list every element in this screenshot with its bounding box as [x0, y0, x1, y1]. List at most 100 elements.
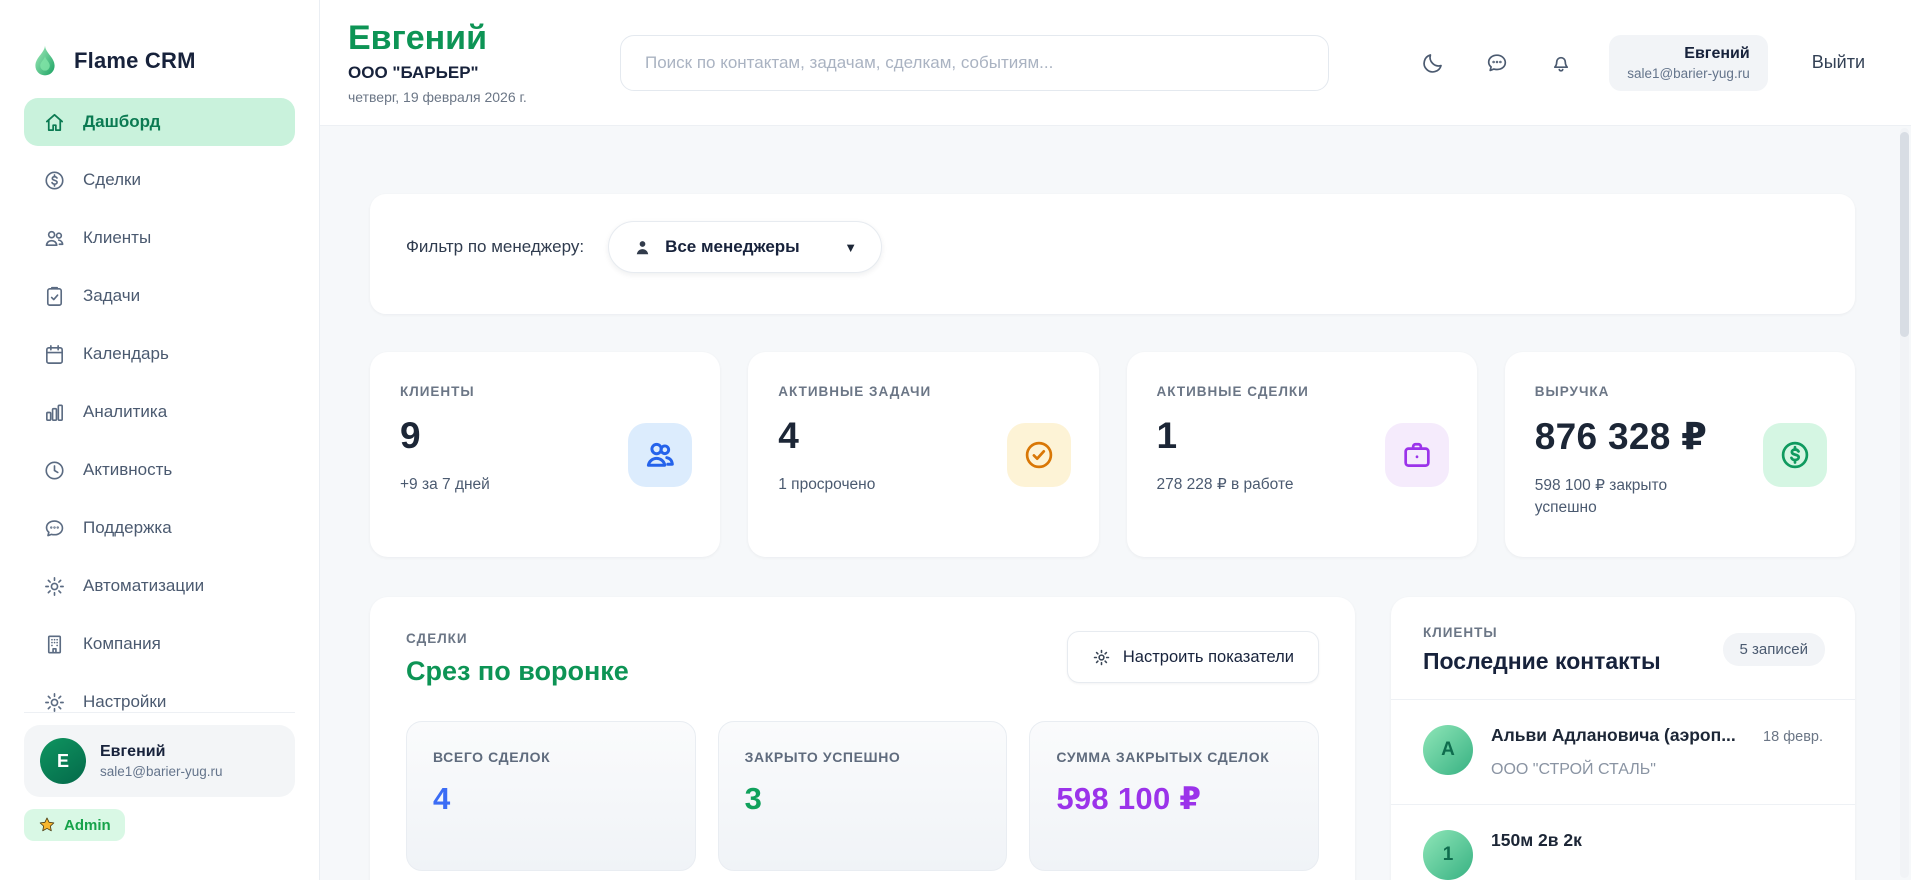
stat-label: КЛИЕНТЫ [400, 384, 475, 399]
metric-value: 3 [744, 781, 763, 816]
dollar-circle-icon [42, 169, 66, 192]
app-window: Flame CRM Дашборд Сделки Клиенты Задачи … [0, 0, 1911, 880]
sidebar-user-email: sale1@barier-yug.ru [100, 764, 223, 779]
funnel-card: СДЕЛКИ Срез по воронке Настроить показат… [370, 597, 1355, 880]
contact-list-item[interactable]: А Альви Адлановича (аэроп... 18 февр. ОО… [1391, 700, 1855, 805]
flame-logo-icon [30, 43, 60, 79]
sidebar-item-label: Настройки [83, 692, 167, 711]
greeting-date: четверг, 19 февраля 2026 г. [348, 88, 527, 105]
building-icon [42, 633, 66, 656]
contact-company: ООО "СТРОЙ СТАЛЬ" [1491, 761, 1656, 778]
sidebar-user-card[interactable]: E Евгений sale1@barier-yug.ru [24, 725, 295, 797]
manager-filter-card: Фильтр по менеджеру: Все менеджеры ▼ [370, 194, 1855, 314]
stat-label: АКТИВНЫЕ СДЕЛКИ [1156, 384, 1309, 399]
manager-filter-label: Фильтр по менеджеру: [406, 237, 585, 256]
stat-card-revenue: ВЫРУЧКА 876 328 ₽ 598 100 ₽ закрыто успе… [1504, 352, 1855, 557]
sidebar-nav: Дашборд Сделки Клиенты Задачи Календарь … [24, 92, 295, 712]
sidebar-item-label: Клиенты [83, 228, 152, 247]
sidebar-item-analytics[interactable]: Аналитика [24, 388, 295, 436]
messages-icon[interactable] [1485, 51, 1509, 75]
stat-cards: КЛИЕНТЫ 9 +9 за 7 дней АКТИВНЫЕ ЗАДАЧИ 4… [370, 352, 1855, 557]
dark-mode-moon-icon[interactable] [1421, 51, 1445, 75]
topbar-user-chip[interactable]: Евгений sale1@barier-yug.ru [1609, 34, 1768, 91]
admin-badge-label: Admin [64, 816, 111, 834]
greeting-block: Евгений ООО "БАРЬЕР" четверг, 19 февраля… [348, 19, 620, 105]
sidebar-item-label: Задачи [83, 286, 141, 305]
sidebar-item-support[interactable]: Поддержка [24, 504, 295, 552]
stat-label: ВЫРУЧКА [1534, 384, 1610, 399]
sidebar-item-automations[interactable]: Автоматизации [24, 562, 295, 610]
clock-icon [42, 459, 66, 482]
scrollbar-thumb[interactable] [1900, 132, 1909, 337]
metric-label: ВСЕГО СДЕЛОК [433, 749, 551, 765]
sidebar-item-clients[interactable]: Клиенты [24, 214, 295, 262]
sidebar-item-company[interactable]: Компания [24, 620, 295, 668]
chat-icon [42, 517, 66, 540]
topbar: Евгений ООО "БАРЬЕР" четверг, 19 февраля… [320, 0, 1911, 126]
contact-date: 18 февр. [1763, 729, 1823, 745]
notifications-bell-icon[interactable] [1549, 51, 1573, 75]
app-title: Flame CRM [74, 48, 196, 73]
contact-name: 150м 2в 2к [1491, 830, 1582, 850]
sidebar-item-calendar[interactable]: Календарь [24, 330, 295, 378]
sidebar-item-deals[interactable]: Сделки [24, 156, 295, 204]
funnel-title: Срез по воронке [406, 656, 629, 686]
sidebar-item-label: Автоматизации [83, 576, 205, 595]
gear-icon [1092, 648, 1111, 667]
sidebar-item-label: Компания [83, 634, 161, 653]
topbar-user-name: Евгений [1684, 44, 1750, 62]
gear-icon [42, 691, 66, 713]
metric-value: 4 [433, 781, 451, 816]
sidebar-item-settings[interactable]: Настройки [24, 678, 295, 712]
sidebar-item-dashboard[interactable]: Дашборд [24, 98, 295, 146]
scrollbar[interactable] [1900, 128, 1909, 878]
contact-list-item[interactable]: 1 150м 2в 2к [1391, 805, 1855, 880]
sidebar-item-label: Аналитика [83, 402, 168, 421]
metric-closed-sum: СУММА ЗАКРЫТЫХ СДЕЛОК 598 100 ₽ [1029, 721, 1319, 871]
metric-value: 598 100 ₽ [1056, 781, 1202, 816]
star-icon [38, 816, 56, 834]
records-count-badge: 5 записей [1722, 633, 1825, 666]
configure-metrics-button[interactable]: Настроить показатели [1066, 631, 1319, 683]
metric-closed-won: ЗАКРЫТО УСПЕШНО 3 [717, 721, 1008, 871]
search-input[interactable] [620, 34, 1330, 91]
stat-card-clients: КЛИЕНТЫ 9 +9 за 7 дней [370, 352, 721, 557]
configure-metrics-label: Настроить показатели [1122, 647, 1294, 666]
metric-label: СУММА ЗАКРЫТЫХ СДЕЛОК [1056, 749, 1270, 765]
sidebar-user-name: Евгений [100, 743, 166, 760]
sidebar-item-activity[interactable]: Активность [24, 446, 295, 494]
sidebar-item-label: Активность [83, 460, 173, 479]
stat-card-active-deals: АКТИВНЫЕ СДЕЛКИ 1 278 228 ₽ в работе [1126, 352, 1477, 557]
sidebar-item-tasks[interactable]: Задачи [24, 272, 295, 320]
metric-label: ЗАКРЫТО УСПЕШНО [744, 749, 901, 765]
users-icon [628, 422, 693, 487]
dashboard-content: Фильтр по менеджеру: Все менеджеры ▼ КЛИ… [320, 126, 1911, 880]
funnel-metrics: ВСЕГО СДЕЛОК 4 ЗАКРЫТО УСПЕШНО 3 СУММА З… [406, 721, 1319, 871]
manager-select[interactable]: Все менеджеры ▼ [608, 221, 883, 273]
calendar-icon [42, 343, 66, 366]
sidebar-item-label: Календарь [83, 344, 169, 363]
sidebar-item-label: Поддержка [83, 518, 172, 537]
chevron-down-icon: ▼ [844, 239, 858, 255]
contact-name: Альви Адлановича (аэроп... [1491, 725, 1736, 745]
main-area: Евгений ООО "БАРЬЕР" четверг, 19 февраля… [320, 0, 1911, 880]
stat-sub: 1 просрочено [778, 476, 876, 493]
dollar-icon [1763, 422, 1827, 487]
check-circle-icon [1006, 422, 1071, 487]
topbar-icons [1421, 51, 1573, 75]
avatar: E [40, 738, 86, 784]
stat-sub: +9 за 7 дней [400, 476, 490, 493]
person-icon [633, 238, 652, 257]
logout-button[interactable]: Выйти [1812, 52, 1865, 73]
greeting-company: ООО "БАРЬЕР" [348, 62, 479, 82]
users-icon [42, 227, 66, 250]
bottom-row: СДЕЛКИ Срез по воронке Настроить показат… [370, 597, 1855, 880]
topbar-user-email: sale1@barier-yug.ru [1627, 65, 1750, 81]
clipboard-check-icon [42, 285, 66, 308]
bar-chart-icon [42, 401, 66, 424]
manager-select-value: Все менеджеры [665, 237, 800, 256]
home-icon [42, 111, 66, 134]
sidebar-item-label: Дашборд [83, 112, 161, 131]
contact-avatar: 1 [1423, 830, 1473, 880]
sidebar: Flame CRM Дашборд Сделки Клиенты Задачи … [0, 0, 320, 880]
